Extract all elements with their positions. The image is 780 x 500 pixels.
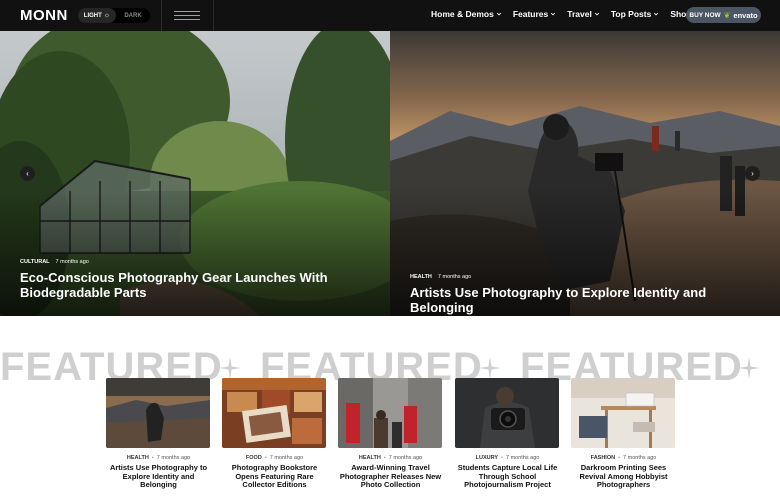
hero-meta: HEALTH 7 months ago (410, 274, 471, 280)
header-divider (213, 0, 214, 31)
meta-separator: • (383, 455, 386, 461)
card-meta: HEALTH • 7 months ago (338, 455, 443, 461)
nav-item-features[interactable]: Features (513, 9, 556, 19)
card-title[interactable]: Students Capture Local Life Through Scho… (455, 463, 560, 490)
nav-item-label: Travel (567, 9, 592, 19)
main-nav: Home & Demos Features Travel Top Posts S… (431, 9, 700, 19)
card-meta: LUXURY • 7 months ago (455, 455, 560, 461)
card-time: 7 months ago (269, 455, 304, 461)
dark-mode-option[interactable]: DARK (116, 13, 150, 19)
chevron-down-icon (551, 12, 556, 16)
card-time: 7 months ago (623, 455, 657, 461)
mountain-photographer-thumbnail (106, 378, 210, 448)
menu-icon[interactable] (174, 11, 200, 20)
camera-student-thumbnail (455, 378, 559, 448)
chevron-down-icon (496, 12, 501, 16)
light-mode-option[interactable]: LIGHT ☼ (78, 8, 116, 23)
featured-card[interactable]: FOOD • 7 months ago Photography Bookstor… (222, 378, 327, 490)
card-category[interactable]: FASHION (591, 455, 615, 461)
site-header: MONN LIGHT ☼ DARK Home & Demos Features … (0, 0, 780, 31)
slider-next-button[interactable]: › (745, 166, 760, 181)
hero-slide-left[interactable]: CULTURAL 7 months ago Eco-Conscious Phot… (0, 31, 390, 316)
card-meta: HEALTH • 7 months ago (106, 455, 211, 461)
nav-item-top-posts[interactable]: Top Posts (611, 9, 659, 19)
card-thumbnail[interactable] (106, 378, 210, 448)
card-title[interactable]: Photography Bookstore Opens Featuring Ra… (222, 463, 327, 490)
hero-time: 7 months ago (55, 259, 89, 265)
featured-card[interactable]: FASHION • 7 months ago Darkroom Printing… (571, 378, 676, 490)
hero-title[interactable]: Artists Use Photography to Explore Ident… (410, 285, 770, 315)
card-thumbnail[interactable] (455, 378, 559, 448)
card-title[interactable]: Darkroom Printing Sees Revival Among Hob… (571, 463, 676, 490)
card-time: 7 months ago (156, 455, 191, 461)
meta-separator: • (618, 455, 621, 461)
chevron-right-icon: › (751, 169, 754, 178)
card-time: 7 months ago (506, 455, 540, 461)
nav-item-label: Features (512, 9, 549, 19)
hero-category[interactable]: CULTURAL (20, 259, 50, 265)
card-meta: FOOD • 7 months ago (222, 455, 327, 461)
buy-now-button[interactable]: BUY NOW ❦ envato (686, 7, 761, 23)
envato-leaf-icon: ❦ (723, 10, 731, 20)
chevron-left-icon: ‹ (26, 169, 29, 178)
chevron-down-icon (654, 12, 659, 16)
hero-category[interactable]: HEALTH (410, 274, 432, 280)
theme-toggle[interactable]: LIGHT ☼ DARK (78, 8, 150, 23)
nav-item-label: Top Posts (610, 9, 652, 19)
darkroom-desk-thumbnail (571, 378, 675, 448)
hero-time: 7 months ago (437, 274, 472, 280)
card-thumbnail[interactable] (571, 378, 675, 448)
featured-card[interactable]: LUXURY • 7 months ago Students Capture L… (455, 378, 560, 490)
nav-item-home-demos[interactable]: Home & Demos (431, 9, 502, 19)
slider-prev-button[interactable]: ‹ (20, 166, 35, 181)
card-title[interactable]: Artists Use Photography to Explore Ident… (106, 463, 211, 490)
hero-title[interactable]: Eco-Conscious Photography Gear Launches … (20, 270, 380, 300)
card-category[interactable]: LUXURY (476, 455, 498, 461)
nav-item-label: Home & Demos (431, 9, 494, 19)
sparkle-icon (738, 357, 760, 379)
meta-separator: • (151, 455, 154, 461)
card-category[interactable]: FOOD (246, 455, 262, 461)
card-thumbnail[interactable] (222, 378, 326, 448)
light-mode-label: LIGHT (83, 12, 102, 19)
nav-item-travel[interactable]: Travel (567, 9, 600, 19)
sun-icon: ☼ (103, 12, 111, 19)
card-thumbnail[interactable] (338, 378, 442, 448)
card-title[interactable]: Award-Winning Travel Photographer Releas… (338, 463, 443, 490)
header-divider (161, 0, 162, 31)
featured-card[interactable]: HEALTH • 7 months ago Award-Winning Trav… (338, 378, 443, 490)
buy-now-label: BUY NOW (689, 11, 721, 19)
sparkle-icon (479, 357, 501, 379)
london-street-thumbnail (338, 378, 442, 448)
hero-slide-right[interactable]: HEALTH 7 months ago Artists Use Photogra… (390, 31, 780, 316)
dark-mode-label: DARK (124, 12, 142, 19)
meta-separator: • (501, 455, 504, 461)
card-meta: FASHION • 7 months ago (571, 455, 676, 461)
site-logo[interactable]: MONN (20, 7, 68, 24)
chevron-down-icon (594, 12, 599, 16)
hero-meta: CULTURAL 7 months ago (20, 259, 89, 265)
bookstore-thumbnail (222, 378, 326, 448)
envato-brand-label: envato (733, 10, 758, 20)
card-category[interactable]: HEALTH (359, 455, 381, 461)
meta-separator: • (264, 455, 267, 461)
sparkle-icon (219, 357, 241, 379)
featured-card[interactable]: HEALTH • 7 months ago Artists Use Photog… (106, 378, 211, 490)
card-time: 7 months ago (388, 455, 423, 461)
card-category[interactable]: HEALTH (127, 455, 149, 461)
